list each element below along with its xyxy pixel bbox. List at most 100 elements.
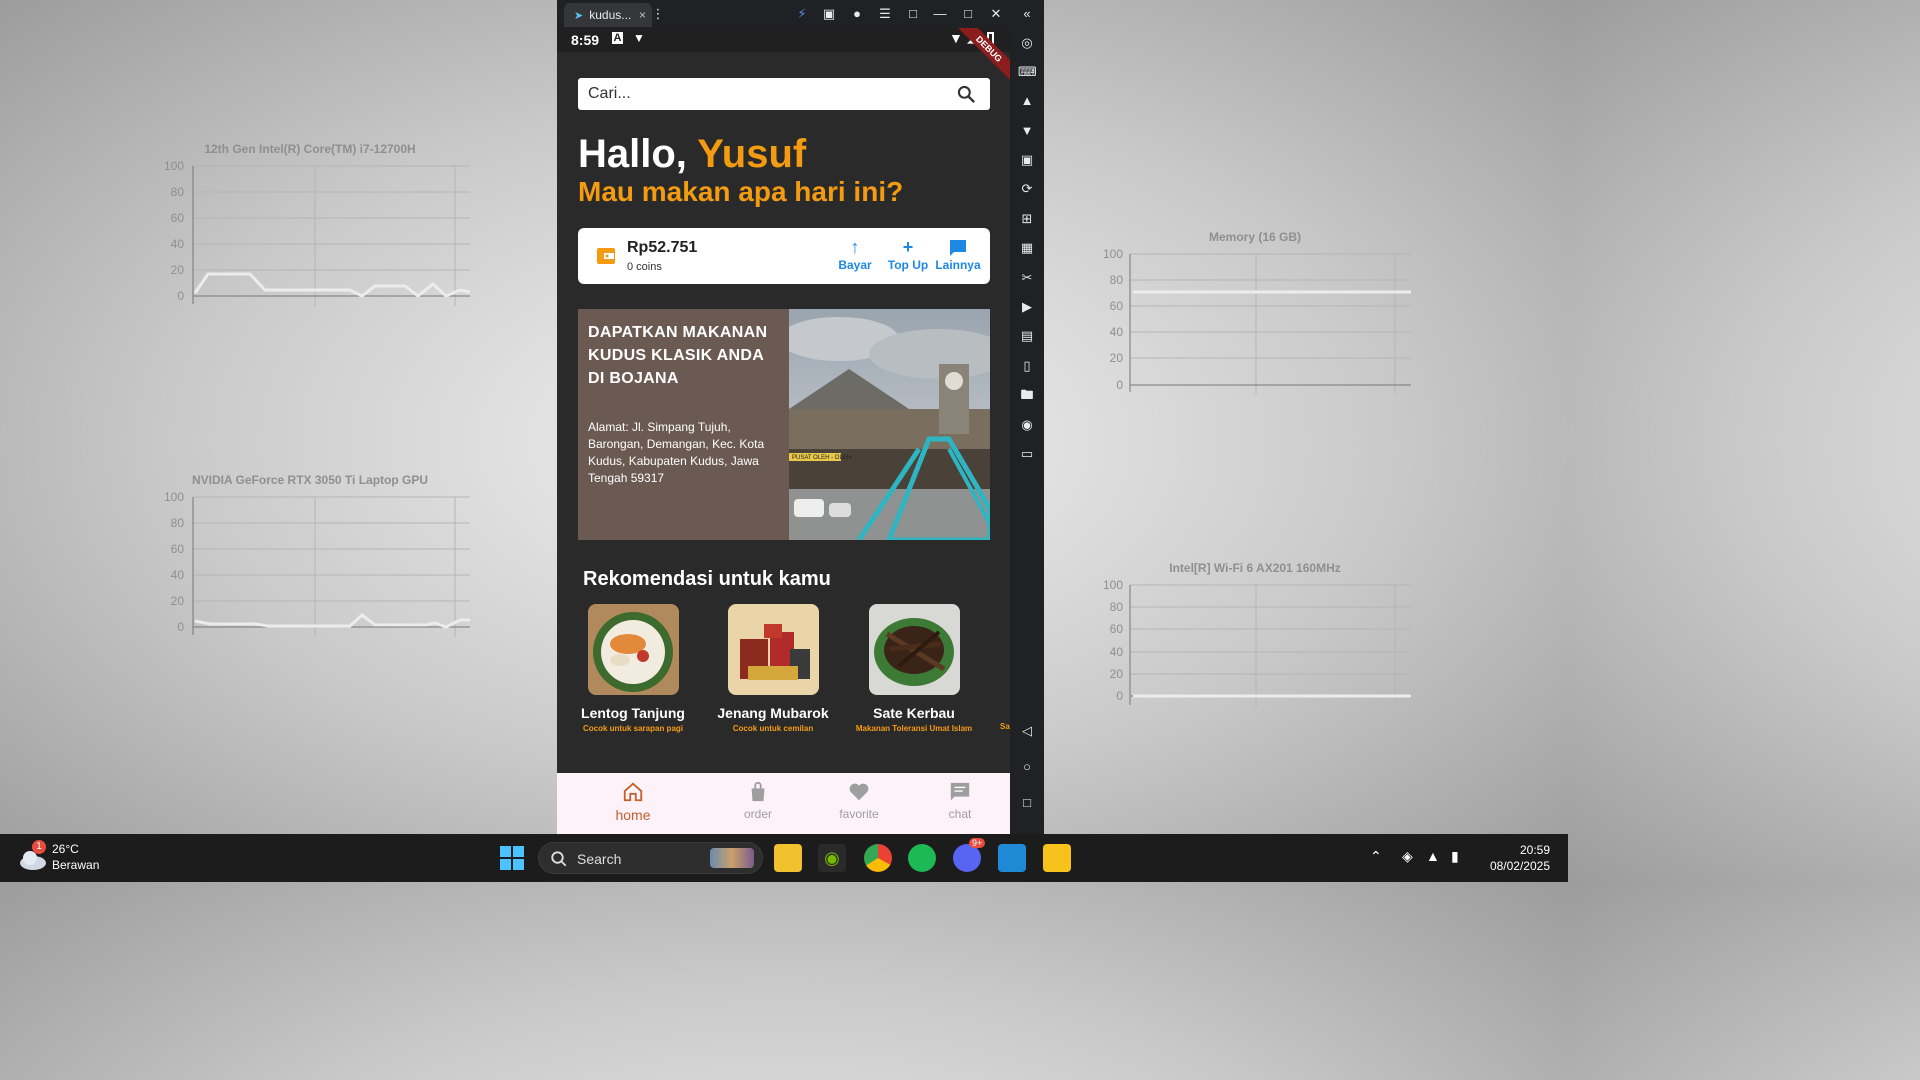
banner-sign-text: PUSAT OLEH - OLEH	[792, 455, 851, 461]
topup-button[interactable]: + Top Up	[883, 236, 933, 272]
banner-title: DAPATKAN MAKANAN KUDUS KLASIK ANDA DI BO…	[588, 324, 768, 387]
gpu-ytick-80: 80	[171, 516, 185, 530]
screen-capture-icon[interactable]: ▣	[1018, 151, 1036, 169]
rec-name-sate: Sate Kerbau	[873, 705, 955, 721]
wifi-graph-title: Intel[R] Wi-Fi 6 AX201 160MHz	[1169, 561, 1341, 575]
wifi-graph: Intel[R] Wi-Fi 6 AX201 160MHz 100 80 60 …	[1095, 561, 1415, 761]
pay-label: Bayar	[838, 258, 872, 272]
folder-icon[interactable]: 🖿	[1018, 386, 1036, 404]
screenshot-icon[interactable]: □	[904, 5, 922, 23]
chrome-icon[interactable]	[864, 844, 892, 872]
wifi-status-icon: ▼	[949, 30, 963, 46]
nav-favorite[interactable]: favorite	[819, 781, 899, 821]
memory-graph-title: Memory (16 GB)	[1208, 230, 1302, 244]
keyboard-icon[interactable]: ⌨	[1018, 63, 1037, 81]
vibrate-icon[interactable]: ▭	[1018, 445, 1036, 463]
search-input[interactable]: Cari...	[578, 78, 990, 110]
nav-chat[interactable]: chat	[920, 781, 1000, 821]
flutter-icon: ➤	[574, 9, 584, 22]
shopping-bag-icon	[718, 781, 798, 807]
emulator-window: ➤ kudus... × ⋮ ⚡ ▣ ● ☰ □ — □ ✕ « 8:59 A …	[557, 0, 1044, 834]
gpu-graph: NVIDIA GeForce RTX 3050 Ti Laptop GPU 10…	[150, 473, 470, 673]
status-bar: 8:59 A ▼ ▼ ◢	[557, 28, 1010, 52]
sate-image	[868, 604, 960, 695]
search-icon[interactable]	[956, 84, 976, 104]
memory-ytick-40: 40	[1110, 325, 1124, 339]
close-tab-icon[interactable]: ×	[639, 8, 646, 22]
wifi-ytick-100: 100	[1103, 578, 1123, 592]
location-icon[interactable]: ◉	[1018, 416, 1036, 434]
nav-order[interactable]: order	[718, 781, 798, 821]
greeting-heading: Hallo, Yusuf	[578, 132, 806, 177]
notification-icon: A	[612, 32, 623, 44]
apk-install-icon[interactable]: ▦	[1018, 239, 1036, 257]
shake-icon[interactable]: ▯	[1018, 357, 1036, 375]
rec-item-lentog[interactable]: Lentog Tanjung Cocok untuk sarapan pagi	[563, 604, 703, 733]
nav-order-label: order	[743, 807, 772, 821]
gamepad-icon[interactable]: ▣	[820, 5, 838, 23]
wifi-ytick-0: 0	[1116, 689, 1123, 703]
more-button[interactable]: Lainnya	[933, 236, 983, 272]
pay-button[interactable]: ↑ Bayar	[830, 236, 880, 272]
menu-icon[interactable]: ☰	[876, 5, 894, 23]
rec-item-sate[interactable]: Sate Kerbau Makanan Toleransi Umat Islam	[844, 604, 984, 733]
vscode-icon[interactable]	[998, 844, 1026, 872]
back-icon[interactable]: ◁	[1018, 722, 1036, 740]
wifi-chart: 100 80 60 40 20 0	[1103, 578, 1411, 707]
memory-ytick-80: 80	[1110, 273, 1124, 287]
nvidia-icon[interactable]: ◉	[818, 844, 846, 872]
scissors-icon[interactable]: ✂	[1018, 269, 1036, 287]
rec-desc-sate: Makanan Toleransi Umat Islam	[855, 724, 973, 733]
file-explorer-icon[interactable]	[774, 844, 802, 872]
volume-icon[interactable]: ▲	[1426, 848, 1440, 864]
spotify-icon[interactable]	[908, 844, 936, 872]
lightning-icon[interactable]: ⚡	[793, 5, 811, 23]
minimize-icon[interactable]: —	[931, 5, 949, 23]
taskbar-search[interactable]: Search	[538, 842, 763, 874]
rotate-icon[interactable]: ⟳	[1018, 180, 1036, 198]
taskbar-date: 08/02/2025	[1489, 859, 1550, 873]
wifi-icon[interactable]: ◈	[1402, 848, 1413, 865]
maximize-icon[interactable]: □	[959, 5, 977, 23]
taskbar-clock[interactable]: 20:59 08/02/2025	[1490, 842, 1550, 874]
home-circle-icon[interactable]: ○	[1018, 758, 1036, 776]
macro-icon[interactable]: ▤	[1018, 327, 1036, 345]
wifi-ytick-80: 80	[1110, 600, 1124, 614]
record-icon[interactable]: ▶	[1018, 298, 1036, 316]
start-button[interactable]	[500, 846, 524, 870]
ldplayer-icon[interactable]	[1043, 844, 1071, 872]
add-screen-icon[interactable]: ⊞	[1018, 210, 1036, 228]
promo-banner[interactable]: DAPATKAN MAKANAN KUDUS KLASIK ANDA DI BO…	[578, 309, 990, 540]
greeting-subtitle: Mau makan apa hari ini?	[578, 176, 904, 207]
account-icon[interactable]: ●	[848, 5, 866, 23]
memory-ytick-20: 20	[1110, 351, 1124, 365]
close-window-icon[interactable]: ✕	[987, 5, 1005, 23]
rec-item-jenang[interactable]: Jenang Mubarok Cocok untuk cemilan	[703, 604, 843, 733]
battery-icon[interactable]: ▮	[1451, 848, 1459, 865]
cpu-graph-title: 12th Gen Intel(R) Core(TM) i7-12700H	[204, 142, 416, 156]
banner-address: Alamat: Jl. Simpang Tujuh, Barongan, Dem…	[588, 420, 765, 485]
chat-icon	[920, 781, 1000, 807]
collapse-sidebar-icon[interactable]: «	[1018, 5, 1036, 23]
bojana-building-photo: PUSAT OLEH - OLEH	[789, 309, 990, 540]
rec-name-lentog: Lentog Tanjung	[581, 705, 685, 721]
discord-icon[interactable]: 9+	[953, 838, 986, 872]
tray-expand-icon[interactable]: ⌃	[1370, 848, 1382, 865]
wallet-card[interactable]: Rp52.751 0 coins ↑ Bayar + Top Up Lainny…	[578, 228, 990, 284]
nav-home[interactable]: home	[593, 781, 673, 823]
recents-icon[interactable]: □	[1018, 794, 1036, 812]
more-options-icon[interactable]: ⋮	[649, 5, 667, 23]
more-label: Lainnya	[935, 258, 981, 272]
volume-down-icon[interactable]: ▼	[1018, 122, 1036, 140]
weather-temp: 26°C	[52, 842, 79, 856]
memory-graph: Memory (16 GB) 100 80 60 40 20 0	[1095, 230, 1415, 430]
weather-desc: Berawan	[52, 858, 100, 872]
volume-up-icon[interactable]: ▲	[1018, 92, 1036, 110]
gpu-ytick-40: 40	[171, 568, 185, 582]
emulator-tab[interactable]: ➤ kudus... ×	[564, 3, 652, 27]
nav-home-label: home	[615, 807, 651, 823]
cpu-graph: 12th Gen Intel(R) Core(TM) i7-12700H 100…	[150, 142, 470, 342]
settings-icon[interactable]: ◎	[1018, 34, 1036, 52]
rec-item-partial[interactable]: Sa	[1000, 722, 1010, 731]
cpu-ytick-100: 100	[164, 159, 184, 173]
